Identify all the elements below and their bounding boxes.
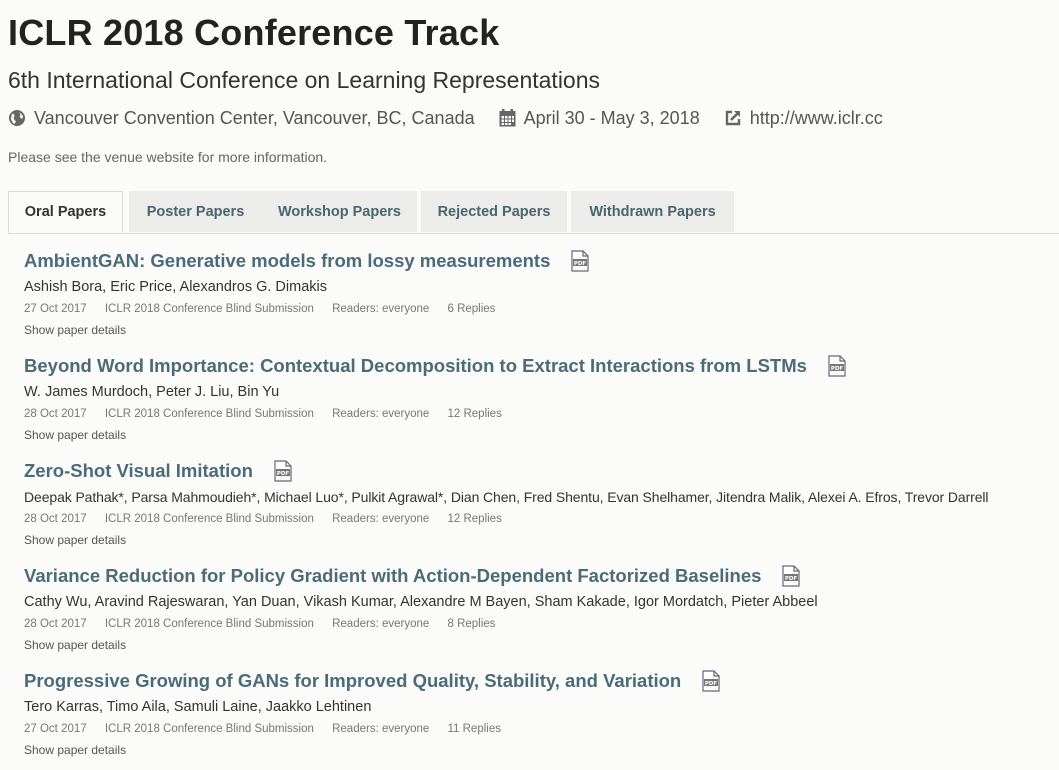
venue-location: Vancouver Convention Center, Vancouver, …	[8, 108, 475, 129]
paper-authors: Ashish Bora, Eric Price, Alexandros G. D…	[24, 279, 327, 295]
paper-invitation: ICLR 2018 Conference Blind Submission	[104, 723, 314, 735]
svg-text:PDF: PDF	[277, 471, 290, 477]
page-title: ICLR 2018 Conference Track	[8, 12, 500, 53]
paper-date: 27 Oct 2017	[24, 303, 87, 315]
paper-readers: Readers: everyone	[332, 513, 430, 525]
list-item: Beyond Word Importance: Contextual Decom…	[24, 355, 1059, 455]
paper-invitation: ICLR 2018 Conference Blind Submission	[104, 618, 314, 630]
paper-invitation: ICLR 2018 Conference Blind Submission	[104, 513, 314, 525]
paper-meta: 28 Oct 2017 ICLR 2018 Conference Blind S…	[24, 618, 510, 630]
list-item: AmbientGAN: Generative models from lossy…	[24, 250, 1059, 350]
venue-dates: April 30 - May 3, 2018	[499, 108, 700, 129]
svg-text:PDF: PDF	[574, 261, 587, 267]
paper-readers: Readers: everyone	[332, 408, 430, 420]
dates-text: April 30 - May 3, 2018	[523, 107, 700, 128]
pdf-icon[interactable]: PDF	[701, 670, 721, 692]
paper-title-link[interactable]: Variance Reduction for Policy Gradient w…	[24, 565, 761, 587]
show-details-link[interactable]: Show paper details	[24, 743, 126, 757]
external-link-icon	[725, 110, 740, 126]
show-details-link[interactable]: Show paper details	[24, 533, 126, 547]
paper-meta: 27 Oct 2017 ICLR 2018 Conference Blind S…	[24, 723, 516, 735]
paper-authors: W. James Murdoch, Peter J. Liu, Bin Yu	[24, 384, 280, 400]
paper-title-link[interactable]: Progressive Growing of GANs for Improved…	[24, 670, 681, 692]
svg-text:PDF: PDF	[785, 576, 798, 582]
tab-poster-papers[interactable]: Poster Papers	[129, 191, 262, 232]
paper-title-link[interactable]: AmbientGAN: Generative models from lossy…	[24, 250, 550, 272]
paper-meta: 27 Oct 2017 ICLR 2018 Conference Blind S…	[24, 303, 510, 315]
paper-invitation: ICLR 2018 Conference Blind Submission	[104, 303, 314, 315]
paper-title-row: Variance Reduction for Policy Gradient w…	[24, 565, 801, 587]
paper-replies: 12 Replies	[447, 513, 502, 525]
location-text: Vancouver Convention Center, Vancouver, …	[34, 107, 475, 128]
paper-replies: 12 Replies	[447, 408, 502, 420]
paper-title-row: AmbientGAN: Generative models from lossy…	[24, 250, 590, 272]
show-details-link[interactable]: Show paper details	[24, 638, 126, 652]
tab-withdrawn-papers[interactable]: Withdrawn Papers	[571, 191, 734, 232]
paper-readers: Readers: everyone	[332, 618, 430, 630]
list-item: Zero-Shot Visual Imitation PDF Deepak Pa…	[24, 460, 1059, 560]
tab-workshop-papers[interactable]: Workshop Papers	[262, 191, 417, 232]
tab-oral-papers[interactable]: Oral Papers	[8, 191, 123, 233]
paper-tabs: Oral Papers Poster Papers Workshop Paper…	[8, 191, 1059, 234]
paper-title-link[interactable]: Beyond Word Importance: Contextual Decom…	[24, 355, 807, 377]
list-item: Variance Reduction for Policy Gradient w…	[24, 565, 1059, 665]
paper-meta: 28 Oct 2017 ICLR 2018 Conference Blind S…	[24, 513, 517, 525]
paper-title-link[interactable]: Zero-Shot Visual Imitation	[24, 460, 253, 482]
calendar-icon	[499, 109, 516, 127]
svg-text:PDF: PDF	[705, 681, 718, 687]
pdf-icon[interactable]: PDF	[570, 250, 590, 272]
venue-website[interactable]: http://www.iclr.cc	[724, 108, 883, 129]
paper-replies: 8 Replies	[447, 618, 496, 630]
paper-readers: Readers: everyone	[332, 723, 430, 735]
paper-date: 28 Oct 2017	[24, 513, 87, 525]
paper-date: 27 Oct 2017	[24, 723, 87, 735]
paper-title-row: Progressive Growing of GANs for Improved…	[24, 670, 721, 692]
pdf-icon[interactable]: PDF	[781, 565, 801, 587]
paper-replies: 11 Replies	[447, 723, 501, 735]
paper-authors: Deepak Pathak*, Parsa Mahmoudieh*, Micha…	[24, 489, 989, 505]
website-link[interactable]: http://www.iclr.cc	[750, 108, 883, 129]
list-item: Progressive Growing of GANs for Improved…	[24, 670, 1059, 770]
paper-meta: 28 Oct 2017 ICLR 2018 Conference Blind S…	[24, 408, 517, 420]
tab-rejected-papers[interactable]: Rejected Papers	[421, 191, 567, 232]
pdf-icon[interactable]: PDF	[827, 355, 847, 377]
show-details-link[interactable]: Show paper details	[24, 428, 126, 442]
paper-authors: Cathy Wu, Aravind Rajeswaran, Yan Duan, …	[24, 594, 818, 610]
pdf-icon[interactable]: PDF	[273, 460, 293, 482]
paper-title-row: Beyond Word Importance: Contextual Decom…	[24, 355, 847, 377]
page-subtitle: 6th International Conference on Learning…	[8, 67, 601, 93]
paper-authors: Tero Karras, Timo Aila, Samuli Laine, Ja…	[24, 699, 372, 715]
paper-invitation: ICLR 2018 Conference Blind Submission	[104, 408, 314, 420]
venue-info: Please see the venue website for more in…	[8, 149, 328, 165]
paper-date: 28 Oct 2017	[24, 618, 87, 630]
paper-readers: Readers: everyone	[332, 303, 430, 315]
globe-icon	[9, 110, 25, 126]
venue-meta: Vancouver Convention Center, Vancouver, …	[8, 105, 907, 131]
paper-date: 28 Oct 2017	[24, 408, 87, 420]
paper-replies: 6 Replies	[447, 303, 496, 315]
show-details-link[interactable]: Show paper details	[24, 323, 126, 337]
paper-title-row: Zero-Shot Visual Imitation PDF	[24, 460, 293, 482]
svg-text:PDF: PDF	[831, 366, 844, 372]
